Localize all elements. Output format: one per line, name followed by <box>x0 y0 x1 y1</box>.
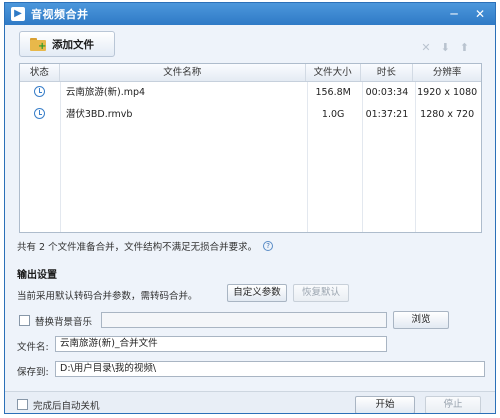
file-duration: 00:03:34 <box>365 87 409 98</box>
move-down-icon[interactable]: ⬇ <box>441 41 450 54</box>
auto-shutdown-label: 完成后自动关机 <box>33 401 100 412</box>
add-file-label: 添加文件 <box>52 38 94 51</box>
folder-add-icon: + <box>30 37 46 51</box>
bg-music-checkbox[interactable] <box>19 315 30 326</box>
column-header-duration[interactable]: 时长 <box>361 64 414 81</box>
add-file-button[interactable]: + 添加文件 <box>19 31 115 57</box>
file-size: 1.0G <box>321 109 345 120</box>
file-resolution: 1920 x 1080 <box>417 87 478 98</box>
move-up-icon[interactable]: ⬆ <box>460 41 469 54</box>
file-duration: 01:37:21 <box>365 109 409 120</box>
delete-icon[interactable]: ✕ <box>421 41 430 54</box>
toolbar: + 添加文件 ✕ ⬇ ⬆ <box>5 25 495 61</box>
column-header-status[interactable]: 状态 <box>20 64 60 81</box>
custom-params-button[interactable]: 自定义参数 <box>227 284 287 302</box>
merge-summary: 共有 2 个文件准备合并，文件结构不满足无损合并要求。 ? <box>17 239 274 253</box>
file-name: 潜伏3BD.rmvb <box>65 109 133 120</box>
merge-window: ▶ 音视频合并 ─ ✕ + 添加文件 ✕ ⬇ ⬆ 状态 文件名称 文件大小 时长… <box>4 2 496 414</box>
column-header-size[interactable]: 文件大小 <box>306 64 361 81</box>
restore-default-button[interactable]: 恢复默认 <box>293 284 349 302</box>
column-header-resolution[interactable]: 分辨率 <box>413 64 481 81</box>
column-header-name[interactable]: 文件名称 <box>60 64 306 81</box>
title-bar[interactable]: ▶ 音视频合并 ─ ✕ <box>5 3 495 25</box>
stop-button[interactable]: 停止 <box>425 396 481 413</box>
output-settings-title: 输出设置 <box>17 270 57 281</box>
bg-music-label: 替换背景音乐 <box>35 317 93 328</box>
minimize-icon[interactable]: ─ <box>443 6 465 22</box>
table-header: 状态 文件名称 文件大小 时长 分辨率 <box>20 64 481 82</box>
bg-music-field[interactable] <box>101 312 387 328</box>
pending-clock-icon <box>34 86 45 97</box>
auto-shutdown-checkbox[interactable] <box>17 399 28 410</box>
close-icon[interactable]: ✕ <box>469 6 491 22</box>
app-icon: ▶ <box>11 7 25 21</box>
filename-label: 文件名: <box>17 342 49 353</box>
file-table: 状态 文件名称 文件大小 时长 分辨率 云南旅游(新).mp4 156.8M 0… <box>19 63 482 233</box>
browse-button[interactable]: 浏览 <box>393 311 449 329</box>
table-row[interactable]: 云南旅游(新).mp4 156.8M 00:03:34 1920 x 1080 <box>20 82 481 104</box>
param-description: 当前采用默认转码合并参数，需转码合并。 <box>17 291 198 302</box>
start-merge-button[interactable]: 开始 <box>355 396 415 413</box>
window-title: 音视频合并 <box>31 8 89 21</box>
saveto-input[interactable]: D:\用户目录\我的视频\ <box>55 361 485 377</box>
filename-input[interactable]: 云南旅游(新)_合并文件 <box>55 336 387 352</box>
footer-bar: 完成后自动关机 开始 停止 <box>5 391 495 413</box>
file-name: 云南旅游(新).mp4 <box>65 87 146 98</box>
file-size: 156.8M <box>315 87 351 98</box>
file-resolution: 1280 x 720 <box>420 109 475 120</box>
summary-text: 共有 2 个文件准备合并，文件结构不满足无损合并要求。 <box>17 242 258 253</box>
table-row[interactable]: 潜伏3BD.rmvb 1.0G 01:37:21 1280 x 720 <box>20 104 481 126</box>
help-icon[interactable]: ? <box>263 241 274 251</box>
saveto-label: 保存到: <box>17 367 49 378</box>
pending-clock-icon <box>34 108 45 119</box>
